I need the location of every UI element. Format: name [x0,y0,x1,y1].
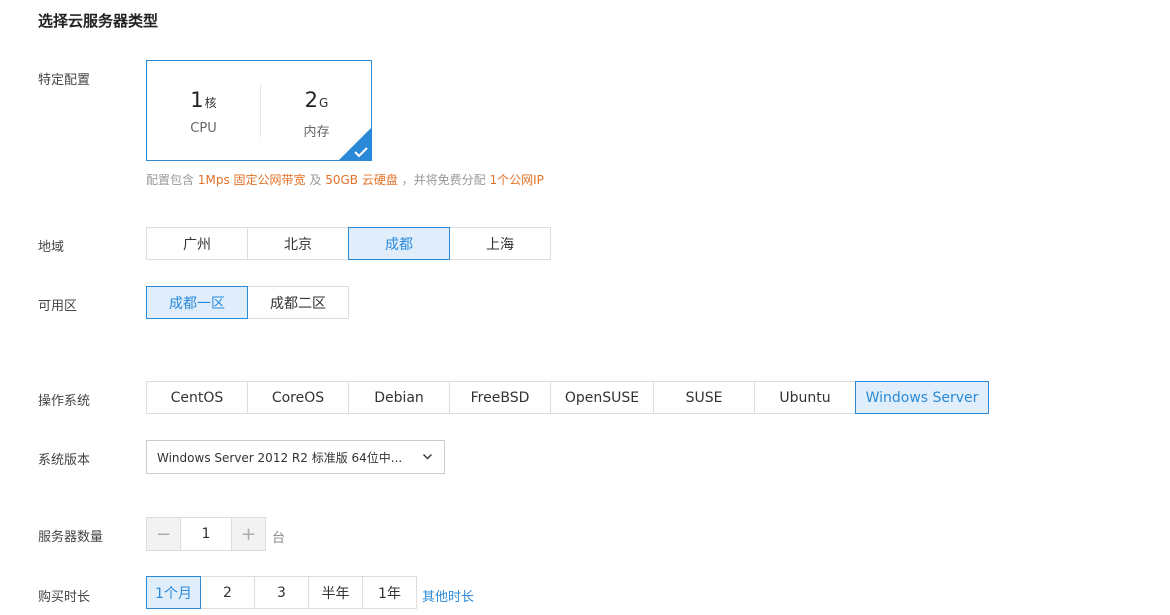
server-count-stepper: − 1 + [146,517,266,551]
server-count-unit: 台 [272,531,286,546]
os-version-dropdown[interactable]: Windows Server 2012 R2 标准版 64位中... [146,440,445,474]
server-count-input[interactable]: 1 [181,517,231,551]
note-disk: 50GB 云硬盘 [325,173,398,187]
other-duration-link[interactable]: 其他时长 [422,586,474,605]
duration-option-1-year[interactable]: 1年 [362,576,417,609]
os-version-label: 系统版本 [38,453,91,468]
os-version-value: Windows Server 2012 R2 标准版 64位中... [157,450,403,465]
os-option-suse[interactable]: SUSE [653,381,755,414]
decrement-button[interactable]: − [146,517,181,551]
zone-option-1[interactable]: 成都一区 [146,286,248,319]
os-option-coreos[interactable]: CoreOS [247,381,349,414]
region-label: 地域 [38,240,65,255]
note-bandwidth: 1Mps 固定公网带宽 [197,173,306,187]
note-ip: 1个公网IP [489,173,544,187]
chevron-down-icon [423,454,432,460]
duration-option-1-month[interactable]: 1个月 [146,576,201,609]
region-option-chengdu[interactable]: 成都 [348,227,450,260]
duration-label: 购买时长 [38,590,91,605]
note-text-3: ，并将免费分配 [401,173,486,187]
server-count-label: 服务器数量 [38,530,104,545]
increment-button[interactable]: + [231,517,266,551]
mem-unit: G [319,96,329,110]
page-title: 选择云服务器类型 [38,12,159,30]
note-text-1: 配置包含 [146,173,195,187]
spec-card[interactable]: 1核 CPU 2G 内存 [146,60,372,161]
note-text-2: 及 [309,173,322,187]
region-option-guangzhou[interactable]: 广州 [146,227,248,260]
os-option-ubuntu[interactable]: Ubuntu [754,381,856,414]
os-selector: CentOS CoreOS Debian FreeBSD OpenSUSE SU… [146,381,989,414]
zone-selector: 成都一区 成都二区 [146,286,349,319]
os-option-debian[interactable]: Debian [348,381,450,414]
os-option-opensuse[interactable]: OpenSUSE [550,381,654,414]
duration-selector: 1个月 2 3 半年 1年 [146,576,417,609]
duration-option-3[interactable]: 3 [254,576,309,609]
cpu-value: 1 [190,88,204,112]
os-option-windows-server[interactable]: Windows Server [855,381,989,414]
cpu-spec: 1核 CPU [147,87,260,136]
mem-value: 2 [304,88,319,112]
cpu-unit: 核 [204,96,217,110]
zone-label: 可用区 [38,299,78,314]
region-option-shanghai[interactable]: 上海 [449,227,551,260]
config-note: 配置包含 1Mps 固定公网带宽 及 50GB 云硬盘 ，并将免费分配 1个公网… [146,171,544,188]
duration-option-2[interactable]: 2 [200,576,255,609]
region-option-beijing[interactable]: 北京 [247,227,349,260]
os-label: 操作系统 [38,394,91,409]
zone-option-2[interactable]: 成都二区 [247,286,349,319]
cpu-caption: CPU [190,121,217,136]
region-selector: 广州 北京 成都 上海 [146,227,551,260]
spec-label: 特定配置 [38,73,91,88]
os-option-freebsd[interactable]: FreeBSD [449,381,551,414]
os-option-centos[interactable]: CentOS [146,381,248,414]
checkmark-icon [354,147,368,158]
duration-option-half-year[interactable]: 半年 [308,576,363,609]
